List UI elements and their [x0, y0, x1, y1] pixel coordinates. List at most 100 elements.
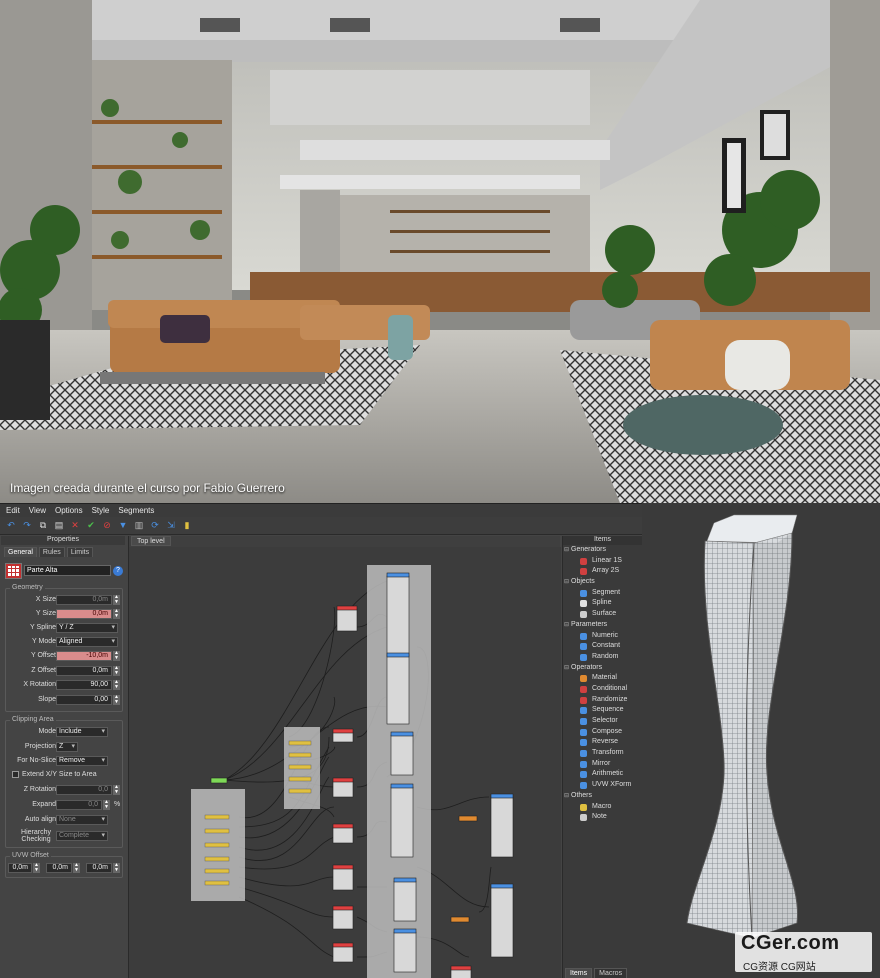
uvw-v-spinner[interactable]: ▲ ▼	[73, 863, 80, 873]
item-label: Mirror	[592, 759, 611, 767]
items-tabs: Items Macros	[565, 968, 628, 978]
accept-icon[interactable]: ✔	[85, 520, 97, 532]
x-size-spinner[interactable]: ▲ ▼	[113, 595, 120, 605]
tab-general[interactable]: General	[4, 547, 37, 557]
item-uvw-xform[interactable]: UVW XForm	[563, 780, 642, 791]
y-offset-field[interactable]: -10,0m	[56, 651, 112, 661]
filter-icon[interactable]: ▼	[117, 520, 129, 532]
macro-icon	[580, 803, 587, 811]
tab-rules[interactable]: Rules	[38, 547, 65, 557]
uvw-u-field[interactable]: 0,0m	[8, 863, 32, 873]
y-mode-dropdown[interactable]: Aligned	[56, 637, 118, 647]
slope-spinner[interactable]: ▲ ▼	[113, 695, 120, 705]
item-array-2s[interactable]: Array 2S	[563, 566, 642, 577]
undo-icon[interactable]: ↶	[5, 520, 17, 532]
item-numeric[interactable]: Numeric	[563, 631, 642, 642]
x-rotation-field[interactable]: 90,00	[56, 680, 112, 690]
item-randomize[interactable]: Randomize	[563, 695, 642, 706]
expand-field[interactable]: 0,0	[56, 800, 102, 810]
item-arithmetic[interactable]: Arithmetic	[563, 769, 642, 780]
z-rotation-spinner[interactable]: ▲ ▼	[113, 785, 120, 795]
item-transform[interactable]: Transform	[563, 748, 642, 759]
expand-unit: %	[114, 801, 121, 808]
category-operators[interactable]: Operators	[563, 663, 642, 674]
category-parameters[interactable]: Parameters	[563, 620, 642, 631]
y-size-spinner[interactable]: ▲ ▼	[113, 609, 120, 619]
expand-spinner[interactable]: ▲ ▼	[103, 800, 110, 810]
item-label: Material	[592, 674, 617, 682]
item-compose[interactable]: Compose	[563, 727, 642, 738]
uvw-u-spinner[interactable]: ▲ ▼	[33, 863, 40, 873]
segment-color-icon[interactable]	[5, 562, 22, 579]
delete-icon[interactable]: ✕	[69, 520, 81, 532]
hierarchy-dropdown[interactable]: Complete	[56, 831, 108, 841]
item-surface[interactable]: Surface	[563, 609, 642, 620]
category-generators[interactable]: Generators	[563, 545, 642, 556]
uvw-w-spinner[interactable]: ▲ ▼	[113, 863, 120, 873]
tab-macros[interactable]: Macros	[594, 968, 628, 978]
layout-icon[interactable]: ▮	[181, 520, 193, 532]
item-mirror[interactable]: Mirror	[563, 759, 642, 770]
uvw-offset-group: UVW Offset 0,0m ▲ ▼ 0,0m ▲ ▼ 0,0m ▲ ▼	[5, 852, 123, 878]
clipboard-icon[interactable]: ▥	[133, 520, 145, 532]
uvw-w-field[interactable]: 0,0m	[86, 863, 112, 873]
node-graph-canvas[interactable]	[129, 547, 561, 978]
auto-align-dropdown[interactable]: None	[56, 815, 108, 825]
item-note[interactable]: Note	[563, 812, 642, 823]
item-material[interactable]: Material	[563, 673, 642, 684]
y-size-field[interactable]: 0,0m	[56, 609, 112, 619]
segment-name-field[interactable]: Parte Alta	[24, 565, 111, 576]
items-panel: Items Generators Linear 1S Array 2S Obje…	[562, 536, 642, 978]
menu-options[interactable]: Options	[55, 506, 83, 515]
item-label: Selector	[592, 717, 618, 724]
y-offset-spinner[interactable]: ▲ ▼	[113, 651, 120, 661]
interior-render-image: Imagen creada durante el curso por Fabio…	[0, 0, 880, 503]
item-spline[interactable]: Spline	[563, 598, 642, 609]
category-others[interactable]: Others	[563, 791, 642, 802]
paste-icon[interactable]: ▤	[53, 520, 65, 532]
item-selector[interactable]: Selector	[563, 716, 642, 727]
menu-segments[interactable]: Segments	[118, 506, 154, 515]
stop-icon[interactable]: ⊘	[101, 520, 113, 532]
copy-icon[interactable]: ⧉	[37, 520, 49, 532]
item-random[interactable]: Random	[563, 652, 642, 663]
item-macro[interactable]: Macro	[563, 802, 642, 813]
item-sequence[interactable]: Sequence	[563, 705, 642, 716]
item-reverse[interactable]: Reverse	[563, 737, 642, 748]
x-rotation-spinner[interactable]: ▲ ▼	[113, 680, 120, 690]
menu-style[interactable]: Style	[92, 506, 110, 515]
projection-dropdown[interactable]: Z	[56, 742, 78, 752]
tab-items[interactable]: Items	[565, 968, 593, 978]
category-objects[interactable]: Objects	[563, 577, 642, 588]
mode-dropdown[interactable]: Include	[56, 727, 108, 737]
slope-field[interactable]: 0,00	[56, 695, 112, 705]
no-slice-dropdown[interactable]: Remove	[56, 756, 108, 766]
hierarchy-row: Hierarchy Checking Complete	[6, 829, 124, 847]
y-spline-dropdown[interactable]: Y / Z	[56, 623, 118, 633]
item-segment[interactable]: Segment	[563, 588, 642, 599]
refresh-icon[interactable]: ⟳	[149, 520, 161, 532]
x-size-field[interactable]: 0,0m	[56, 595, 112, 605]
tab-limits[interactable]: Limits	[66, 547, 94, 557]
3d-viewport[interactable]	[642, 503, 880, 978]
redo-icon[interactable]: ↷	[21, 520, 33, 532]
item-label: Linear 1S	[592, 556, 622, 564]
item-constant[interactable]: Constant	[563, 641, 642, 652]
watermark-subtitle: CG资源 CG网站	[743, 962, 816, 973]
z-offset-spinner[interactable]: ▲ ▼	[113, 666, 120, 676]
menu-view[interactable]: View	[29, 506, 46, 515]
z-offset-field[interactable]: 0,0m	[56, 666, 112, 676]
help-icon[interactable]: ?	[113, 565, 123, 576]
extend-checkbox[interactable]	[12, 771, 19, 778]
tab-top-level[interactable]: Top level	[131, 536, 171, 546]
menu-edit[interactable]: Edit	[6, 506, 20, 515]
clipping-area-title: Clipping Area	[10, 716, 56, 723]
geometry-group: Geometry X Size 0,0m ▲ ▼ Y Size 0,0m ▲ ▼ Y…	[5, 584, 123, 712]
item-linear-1s[interactable]: Linear 1S	[563, 556, 642, 567]
uvw-v-field[interactable]: 0,0m	[46, 863, 72, 873]
z-rotation-field[interactable]: 0,0	[56, 785, 112, 795]
x-size-label: X Size	[35, 596, 56, 603]
export-icon[interactable]: ⇲	[165, 520, 177, 532]
expand-label: Expand	[32, 801, 56, 808]
item-conditional[interactable]: Conditional	[563, 684, 642, 695]
